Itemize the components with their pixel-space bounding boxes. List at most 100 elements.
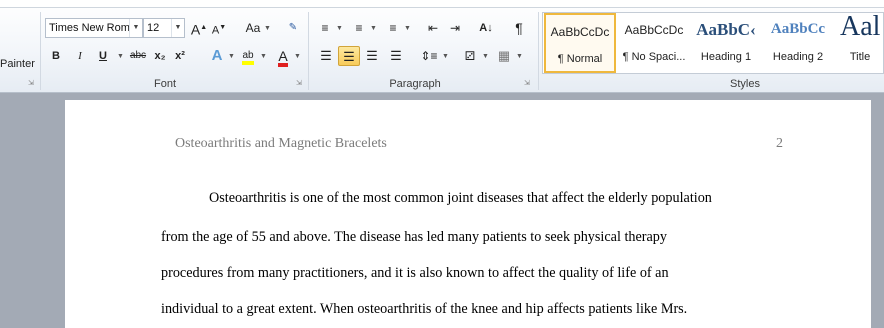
sort-button[interactable]: A↓ bbox=[476, 18, 496, 38]
italic-icon: I bbox=[78, 50, 82, 62]
bullets-button[interactable]: ≡ bbox=[316, 18, 334, 38]
style-sample: Aal bbox=[840, 11, 881, 42]
chevron-down-icon[interactable]: ▼ bbox=[117, 53, 124, 60]
style-sample: AaBbCcDc bbox=[624, 23, 684, 37]
shading-button[interactable]: ⚂ bbox=[460, 46, 480, 66]
subscript-button[interactable]: x₂ bbox=[152, 46, 168, 66]
chevron-down-icon[interactable]: ▼ bbox=[294, 53, 301, 60]
show-formatting-button[interactable]: ¶ bbox=[510, 18, 528, 38]
font-group-label: Font bbox=[153, 78, 176, 90]
font-size-value: 12 bbox=[147, 22, 160, 34]
shrink-font-button[interactable]: A▼ bbox=[210, 18, 228, 38]
ribbon-top-strip bbox=[0, 0, 884, 8]
chevron-down-icon[interactable]: ▼ bbox=[404, 25, 411, 32]
chevron-down-icon[interactable]: ▼ bbox=[171, 19, 184, 37]
numbering-icon: ≡ bbox=[355, 21, 363, 35]
pilcrow-icon: ¶ bbox=[515, 20, 523, 36]
style-name: Title bbox=[849, 51, 871, 63]
clear-formatting-icon: ✎ bbox=[288, 22, 298, 33]
chevron-down-icon[interactable]: ▼ bbox=[260, 53, 267, 60]
style-title[interactable]: Aal Title bbox=[834, 11, 884, 73]
increase-indent-icon: ⇥ bbox=[449, 21, 461, 35]
grow-font-button[interactable]: A▲ bbox=[190, 18, 208, 38]
underline-button[interactable]: U bbox=[95, 46, 111, 66]
style-heading-1[interactable]: AaBbC‹ Heading 1 bbox=[690, 13, 762, 73]
highlighter-icon: ab bbox=[242, 50, 254, 65]
multilevel-list-button[interactable]: ≡ bbox=[384, 18, 402, 38]
superscript-button[interactable]: x² bbox=[172, 46, 188, 66]
borders-button[interactable]: ▦ bbox=[494, 46, 514, 66]
align-right-button[interactable]: ☰ bbox=[362, 46, 382, 66]
style-name: ¶ Normal bbox=[557, 53, 603, 65]
align-left-icon: ☰ bbox=[320, 48, 332, 63]
paragraph-launcher-icon[interactable]: ⇲ bbox=[524, 80, 532, 88]
style-heading-2[interactable]: AaBbCc Heading 2 bbox=[762, 13, 834, 73]
italic-button[interactable]: I bbox=[72, 46, 88, 66]
font-launcher-icon[interactable]: ⇲ bbox=[296, 80, 304, 88]
paragraph-group-label: Paragraph bbox=[389, 78, 441, 90]
style-name: Heading 1 bbox=[700, 51, 752, 63]
align-left-button[interactable]: ☰ bbox=[316, 46, 336, 66]
style-normal[interactable]: AaBbCcDc ¶ Normal bbox=[544, 13, 616, 73]
text-effects-button[interactable]: A bbox=[208, 46, 226, 66]
chevron-down-icon[interactable]: ▼ bbox=[482, 53, 489, 60]
font-size-combo[interactable]: 12 ▼ bbox=[143, 18, 185, 38]
highlight-button[interactable]: ab bbox=[238, 46, 258, 66]
chevron-down-icon[interactable]: ▼ bbox=[129, 19, 142, 37]
clear-formatting-button[interactable]: ✎ bbox=[283, 18, 303, 38]
underline-icon: U bbox=[99, 50, 107, 62]
justify-button[interactable]: ☰ bbox=[386, 46, 406, 66]
line-spacing-button[interactable]: ⇕≡ bbox=[418, 46, 440, 66]
change-case-icon: Aa bbox=[245, 21, 261, 35]
bold-button[interactable]: B bbox=[48, 46, 64, 66]
style-sample: AaBbCc bbox=[770, 21, 826, 37]
sort-icon: A↓ bbox=[479, 22, 493, 34]
subscript-icon: x₂ bbox=[154, 50, 166, 62]
chevron-down-icon[interactable]: ▼ bbox=[336, 25, 343, 32]
chevron-down-icon[interactable]: ▼ bbox=[370, 25, 377, 32]
superscript-icon: x² bbox=[175, 50, 185, 62]
chevron-down-icon[interactable]: ▼ bbox=[264, 25, 271, 32]
clipboard-launcher-icon[interactable]: ⇲ bbox=[28, 80, 36, 88]
increase-indent-button[interactable]: ⇥ bbox=[446, 18, 464, 38]
chevron-down-icon[interactable]: ▼ bbox=[228, 53, 235, 60]
paragraph-line[interactable]: from the age of 55 and above. The diseas… bbox=[161, 229, 667, 246]
paragraph-line[interactable]: Osteoarthritis is one of the most common… bbox=[209, 190, 712, 207]
justify-icon: ☰ bbox=[390, 48, 402, 63]
font-color-button[interactable]: A bbox=[274, 46, 292, 67]
font-family-combo[interactable]: Times New Rom ▼ bbox=[45, 18, 143, 38]
chevron-down-icon[interactable]: ▼ bbox=[442, 53, 449, 60]
document-page[interactable]: Osteoarthritis and Magnetic Bracelets 2 … bbox=[65, 100, 871, 328]
font-family-value: Times New Rom bbox=[49, 22, 130, 34]
ribbon: Painter ⇲ Times New Rom ▼ 12 ▼ A▲ A▼ Aa … bbox=[0, 0, 884, 93]
decrease-indent-icon: ⇤ bbox=[427, 21, 439, 35]
bullets-icon: ≡ bbox=[321, 21, 329, 35]
strikethrough-icon: abc bbox=[129, 50, 147, 61]
paragraph-line[interactable]: procedures from many practitioners, and … bbox=[161, 265, 669, 282]
change-case-button[interactable]: Aa bbox=[242, 18, 264, 38]
style-no-spacing[interactable]: AaBbCcDc ¶ No Spaci... bbox=[618, 13, 690, 73]
line-spacing-icon: ⇕≡ bbox=[420, 49, 438, 63]
group-separator bbox=[538, 12, 539, 90]
page-number[interactable]: 2 bbox=[776, 136, 783, 152]
bold-icon: B bbox=[52, 50, 60, 62]
paint-bucket-icon: ⚂ bbox=[464, 49, 476, 63]
font-color-icon: A bbox=[278, 49, 288, 67]
numbering-button[interactable]: ≡ bbox=[350, 18, 368, 38]
group-separator bbox=[308, 12, 309, 90]
style-sample: AaBbC‹ bbox=[696, 20, 756, 39]
chevron-down-icon[interactable]: ▼ bbox=[516, 53, 523, 60]
running-head[interactable]: Osteoarthritis and Magnetic Bracelets bbox=[175, 136, 387, 152]
strikethrough-button[interactable]: abc bbox=[128, 46, 148, 66]
paragraph-line[interactable]: individual to a great extent. When osteo… bbox=[161, 301, 687, 318]
align-right-icon: ☰ bbox=[366, 48, 378, 63]
styles-group-label: Styles bbox=[730, 78, 760, 90]
style-name: Heading 2 bbox=[772, 51, 824, 63]
style-sample: AaBbCcDc bbox=[550, 25, 610, 39]
align-center-icon: ☰ bbox=[343, 49, 355, 64]
align-center-button[interactable]: ☰ bbox=[338, 46, 360, 66]
format-painter-label[interactable]: Painter bbox=[0, 58, 35, 70]
decrease-indent-button[interactable]: ⇤ bbox=[424, 18, 442, 38]
grow-font-icon: A bbox=[190, 21, 201, 38]
text-effects-icon: A bbox=[211, 47, 223, 64]
